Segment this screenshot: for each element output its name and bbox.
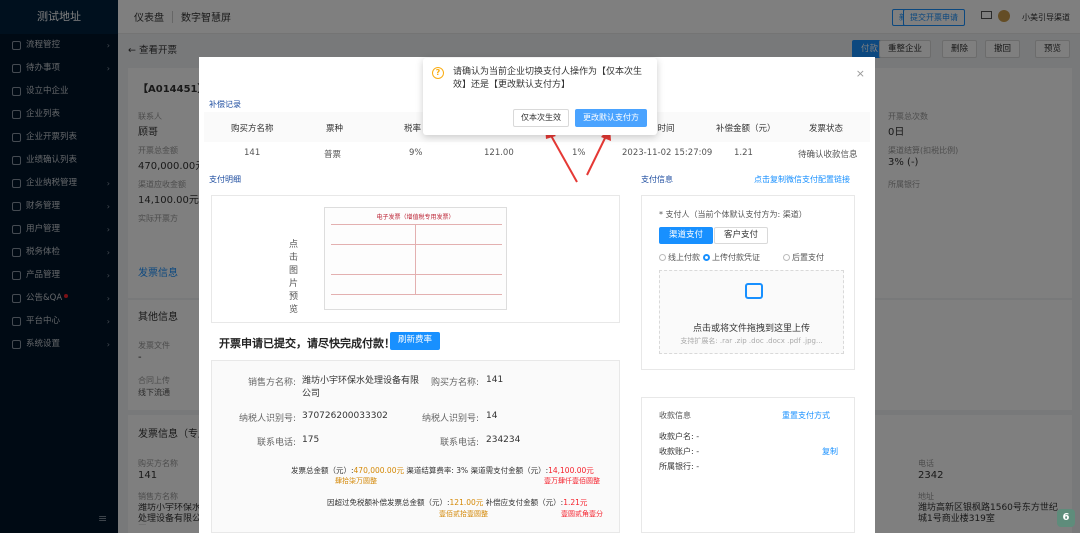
confirm-text: 请确认为当前企业切换支付人操作为【仅本次生效】还是【更改默认支付方】 (453, 67, 643, 90)
annotation-arrow-left (548, 131, 578, 183)
confirm-popover: ? 请确认为当前企业切换支付人操作为【仅本次生效】还是【更改默认支付方】 仅本次… (423, 58, 657, 135)
change-default-button[interactable]: 更改默认支付方 (575, 109, 647, 127)
question-icon: ? (432, 67, 444, 79)
apply-once-button[interactable]: 仅本次生效 (513, 109, 569, 127)
annotation-arrow-right (586, 133, 608, 176)
floating-badge[interactable]: 6 (1057, 509, 1075, 527)
